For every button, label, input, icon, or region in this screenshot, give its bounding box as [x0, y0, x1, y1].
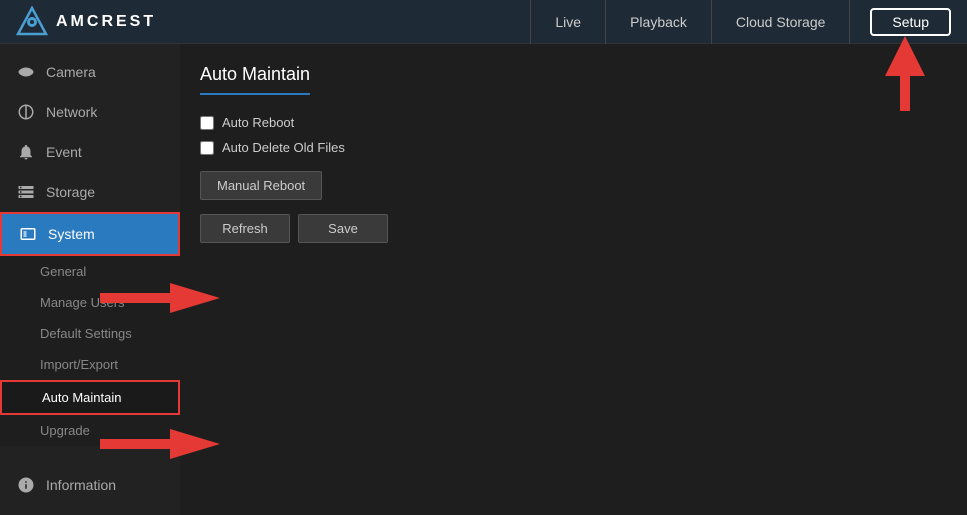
sub-item-auto-maintain[interactable]: Auto Maintain: [0, 380, 180, 415]
refresh-button[interactable]: Refresh: [200, 214, 290, 243]
event-icon: [16, 142, 36, 162]
sidebar-item-system[interactable]: System: [0, 212, 180, 256]
action-buttons: Refresh Save: [200, 214, 947, 243]
sub-item-default-settings[interactable]: Default Settings: [0, 318, 180, 349]
sidebar-label-camera: Camera: [46, 64, 96, 80]
logo-text: AMCREST: [56, 13, 156, 31]
form-section: Auto Reboot Auto Delete Old Files: [200, 115, 947, 155]
sub-item-upgrade[interactable]: Upgrade: [0, 415, 180, 446]
sidebar-item-camera[interactable]: Camera: [0, 52, 180, 92]
nav-playback[interactable]: Playback: [606, 0, 712, 44]
sub-item-general[interactable]: General: [0, 256, 180, 287]
auto-reboot-row: Auto Reboot: [200, 115, 947, 130]
main-content: Auto Maintain Auto Reboot Auto Delete Ol…: [180, 44, 967, 515]
storage-icon: [16, 182, 36, 202]
sidebar-label-information: Information: [46, 477, 116, 493]
info-icon: [16, 475, 36, 495]
sidebar-item-event[interactable]: Event: [0, 132, 180, 172]
auto-delete-label: Auto Delete Old Files: [222, 140, 345, 155]
system-icon: [18, 224, 38, 244]
logo-icon: [16, 6, 48, 38]
manual-reboot-button[interactable]: Manual Reboot: [200, 171, 322, 200]
manual-reboot-container: Manual Reboot: [200, 171, 947, 200]
sidebar-item-information[interactable]: Information: [0, 465, 180, 505]
sub-item-import-export[interactable]: Import/Export: [0, 349, 180, 380]
sub-item-manage-users[interactable]: Manage Users: [0, 287, 180, 318]
auto-delete-row: Auto Delete Old Files: [200, 140, 947, 155]
page-title: Auto Maintain: [200, 64, 310, 95]
sidebar: Camera Network Event: [0, 44, 180, 515]
nav-cloud-storage[interactable]: Cloud Storage: [712, 0, 851, 44]
header: AMCREST Live Playback Cloud Storage Setu…: [0, 0, 967, 44]
layout: Camera Network Event: [0, 44, 967, 515]
sidebar-label-network: Network: [46, 104, 97, 120]
sidebar-label-event: Event: [46, 144, 82, 160]
camera-icon: [16, 62, 36, 82]
sub-menu: General Manage Users Default Settings Im…: [0, 256, 180, 446]
auto-delete-checkbox[interactable]: [200, 141, 214, 155]
auto-reboot-checkbox[interactable]: [200, 116, 214, 130]
auto-reboot-label: Auto Reboot: [222, 115, 294, 130]
save-button[interactable]: Save: [298, 214, 388, 243]
header-nav: Live Playback Cloud Storage Setup: [530, 0, 951, 44]
nav-live[interactable]: Live: [530, 0, 606, 44]
sidebar-item-network[interactable]: Network: [0, 92, 180, 132]
network-icon: [16, 102, 36, 122]
sidebar-item-storage[interactable]: Storage: [0, 172, 180, 212]
logo: AMCREST: [16, 6, 156, 38]
sidebar-label-system: System: [48, 226, 95, 242]
sidebar-label-storage: Storage: [46, 184, 95, 200]
setup-button[interactable]: Setup: [870, 8, 951, 36]
